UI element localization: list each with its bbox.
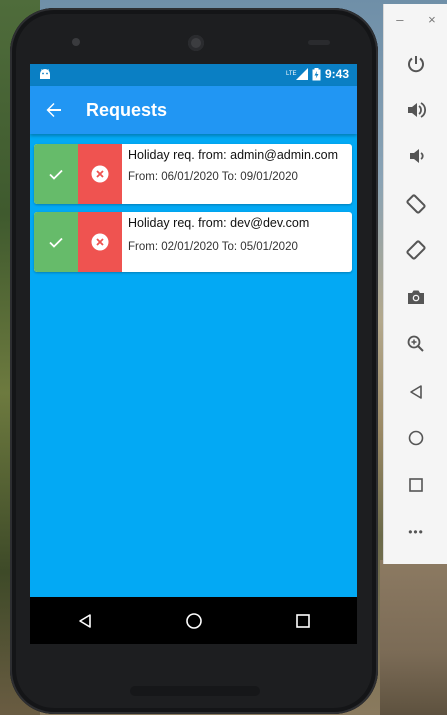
app-bar: Requests	[30, 86, 357, 134]
accept-button[interactable]	[34, 212, 78, 272]
volume-down-icon	[410, 149, 424, 163]
device-screen: LTE 9:43 Requests Holiday req. from: adm…	[30, 64, 357, 644]
android-icon	[40, 69, 50, 79]
window-controls: – ×	[384, 12, 447, 30]
phone-speaker-grill	[130, 686, 260, 696]
request-dates: From: 06/01/2020 To: 09/01/2020	[128, 171, 298, 183]
home-key-button[interactable]	[400, 422, 432, 454]
status-bar: LTE 9:43	[30, 64, 357, 86]
back-key-button[interactable]	[400, 376, 432, 408]
circle-home-icon	[185, 612, 202, 629]
rotate-left-button[interactable]	[400, 188, 432, 220]
request-dates: From: 02/01/2020 To: 05/01/2020	[128, 241, 298, 253]
volume-up-button[interactable]	[400, 94, 432, 126]
request-details: Holiday req. from: admin@admin.com From:…	[122, 144, 352, 204]
close-button[interactable]: ×	[428, 12, 436, 30]
desktop-background-lower	[380, 560, 447, 715]
more-button[interactable]: •••	[400, 516, 432, 548]
back-button[interactable]	[30, 86, 78, 134]
square-recents-icon	[295, 613, 310, 628]
request-card: Holiday req. from: admin@admin.com From:…	[34, 144, 352, 204]
phone-front-dot	[72, 38, 80, 46]
battery-icon	[312, 67, 321, 80]
accept-button[interactable]	[34, 144, 78, 204]
request-card: Holiday req. from: dev@dev.com From: 02/…	[34, 212, 352, 272]
volume-up-icon	[408, 102, 426, 118]
reject-button[interactable]	[78, 144, 122, 204]
camera-icon	[408, 290, 424, 304]
zoom-button[interactable]	[400, 328, 432, 360]
power-icon	[408, 56, 424, 73]
overview-key-button[interactable]	[400, 469, 432, 501]
emulator-toolbar: – × •••	[383, 4, 447, 564]
reject-button[interactable]	[78, 212, 122, 272]
rotate-left-icon	[406, 194, 426, 214]
nav-back-button[interactable]	[65, 601, 105, 641]
cancel-icon	[91, 233, 109, 251]
arrow-back-icon	[46, 103, 61, 117]
rotate-right-icon	[406, 240, 426, 260]
volume-down-button[interactable]	[400, 140, 432, 172]
request-title: Holiday req. from: admin@admin.com	[128, 148, 338, 162]
more-icon: •••	[408, 525, 424, 539]
phone-sensor	[308, 40, 330, 45]
network-label: LTE	[286, 71, 297, 77]
screenshot-button[interactable]	[400, 281, 432, 313]
status-indicators: LTE 9:43	[286, 67, 349, 81]
phone-camera	[188, 35, 204, 51]
check-icon	[49, 237, 63, 248]
request-list: Holiday req. from: admin@admin.com From:…	[34, 144, 352, 280]
zoom-in-icon	[407, 335, 424, 352]
request-title: Holiday req. from: dev@dev.com	[128, 216, 310, 230]
triangle-back-icon	[78, 613, 91, 628]
check-icon	[49, 169, 63, 180]
rotate-right-button[interactable]	[400, 234, 432, 266]
lte-signal-icon: LTE	[286, 68, 308, 80]
status-time: 9:43	[324, 67, 349, 81]
nav-recents-button[interactable]	[283, 601, 323, 641]
square-overview-icon	[409, 478, 423, 492]
nav-home-button[interactable]	[174, 601, 214, 641]
minimize-button[interactable]: –	[396, 12, 403, 30]
request-details: Holiday req. from: dev@dev.com From: 02/…	[122, 212, 352, 272]
power-button[interactable]	[400, 48, 432, 80]
page-title: Requests	[86, 99, 168, 120]
circle-home-icon	[408, 430, 424, 446]
cancel-icon	[91, 165, 109, 183]
triangle-back-icon	[410, 385, 422, 399]
system-navigation-bar	[30, 597, 357, 644]
